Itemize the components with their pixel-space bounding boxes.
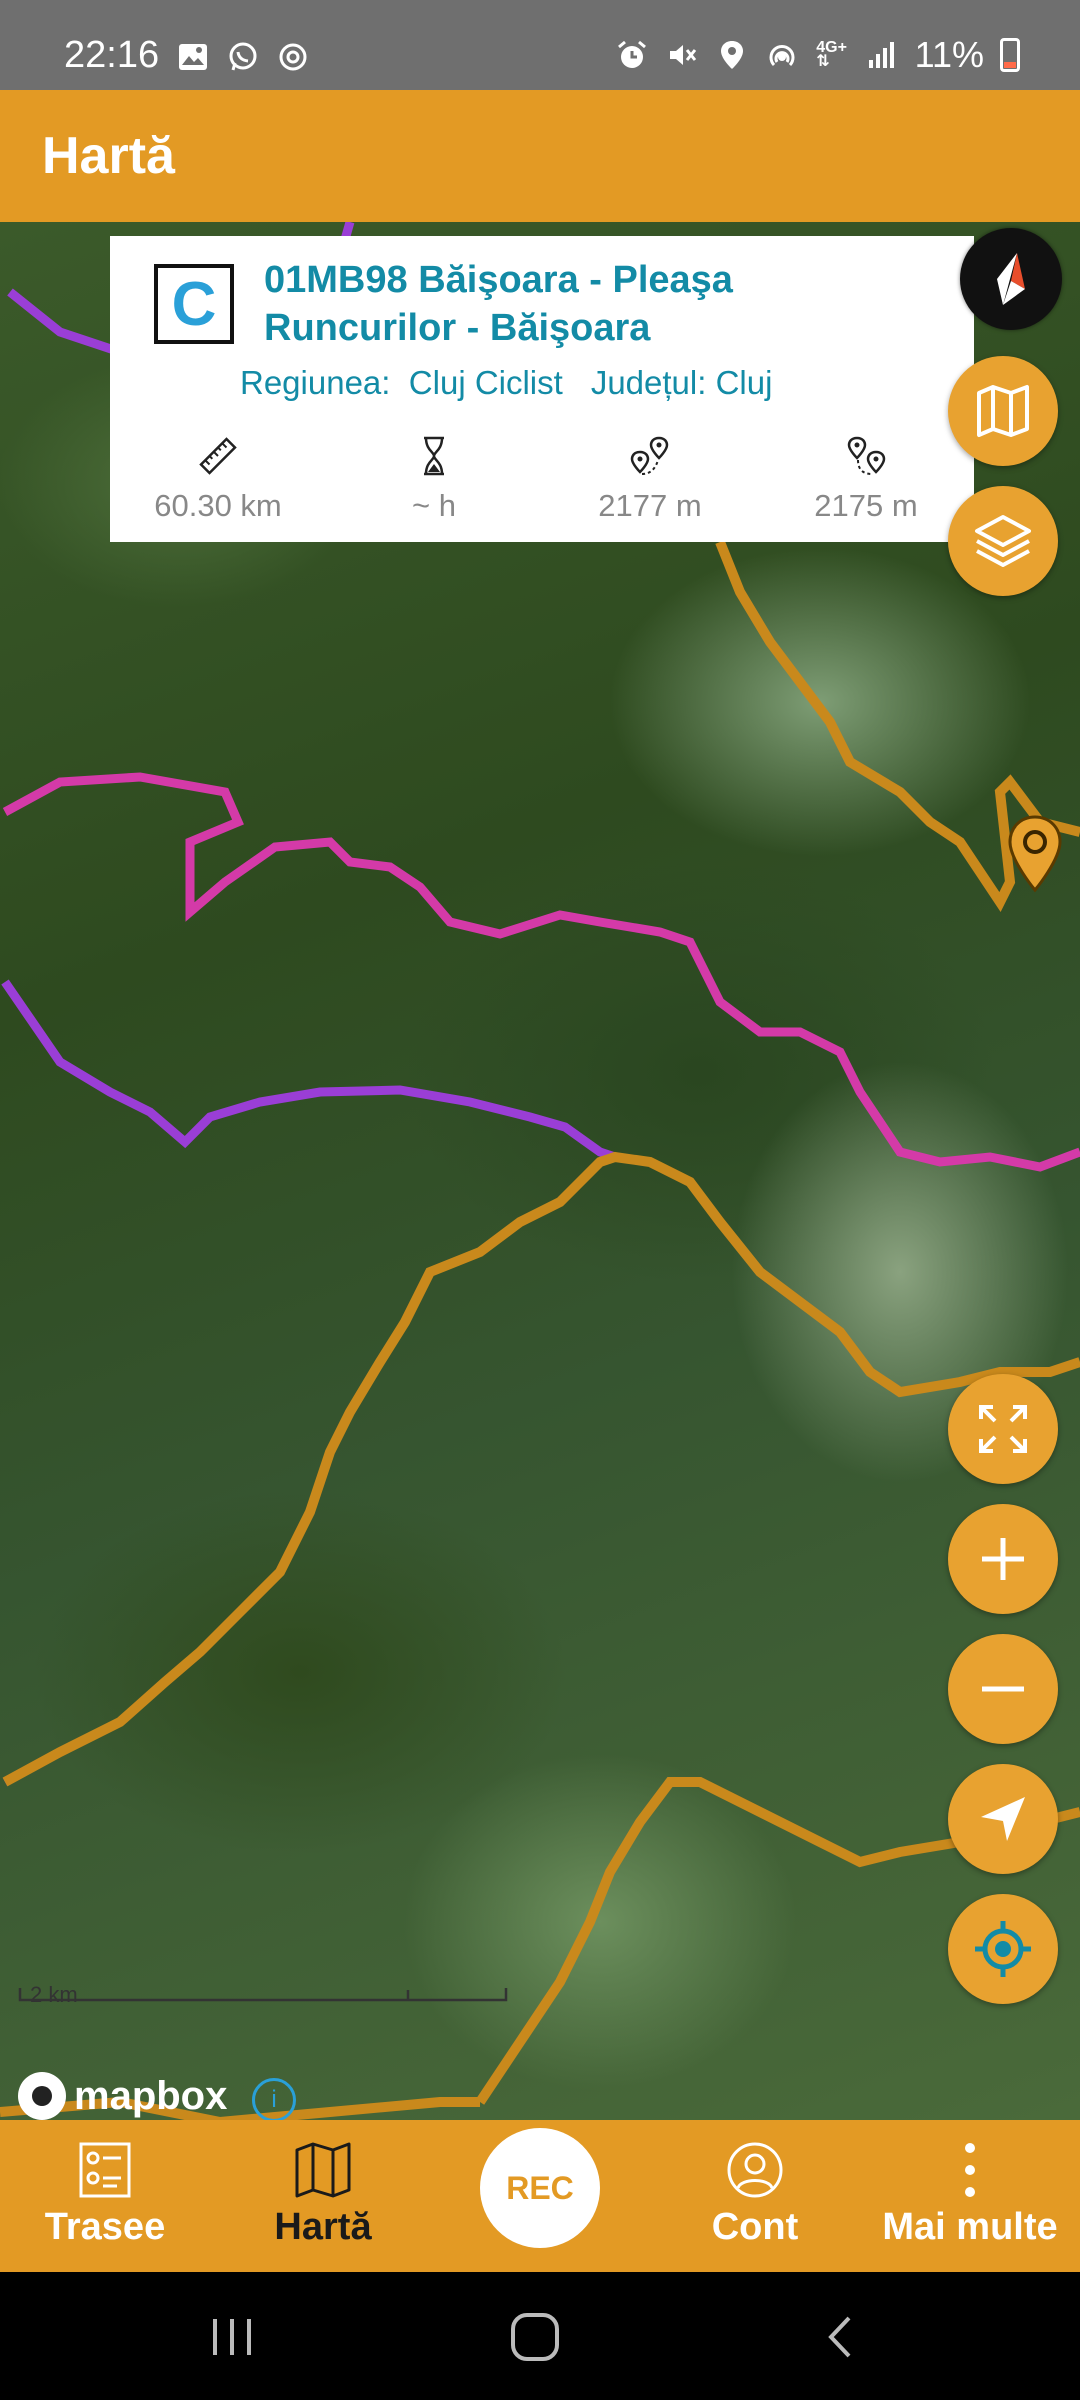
region-info: Regiunea: Cluj Ciclist [240, 364, 563, 401]
route-title-line1: 01MB98 Băişoara - Pleaşa [264, 259, 733, 301]
route-line-selected [2, 1151, 1080, 1787]
route-info-card[interactable]: C 01MB98 Băişoara - Pleaşa Runcurilor - … [110, 236, 974, 542]
zoom-out-icon [982, 1686, 1024, 1692]
alarm-icon [615, 38, 649, 72]
zoom-in-button[interactable] [948, 1504, 1058, 1614]
image-icon [176, 40, 210, 74]
network-4g-icon: 4G+ ⇅ [816, 39, 847, 70]
zoom-in-icon [982, 1538, 1024, 1580]
my-location-icon [975, 1921, 1031, 1977]
fullscreen-button[interactable] [948, 1374, 1058, 1484]
stat-distance: 60.30 km [110, 434, 326, 524]
back-button[interactable] [810, 2312, 870, 2362]
navigate-icon [981, 1797, 1025, 1841]
stat-descent: 2175 m [758, 434, 974, 524]
route-line-purple-2 [1, 979, 630, 1786]
rec-button[interactable]: REC [480, 2128, 600, 2248]
whatsapp-icon [226, 40, 260, 74]
map-marker-icon[interactable] [1006, 814, 1064, 894]
recent-apps-button[interactable] [202, 2312, 262, 2362]
sync-icon [276, 40, 310, 74]
route-list-icon [79, 2142, 131, 2198]
home-button[interactable] [505, 2312, 565, 2362]
page-title: Hartă [42, 127, 175, 185]
route-title: 01MB98 Băişoara - Pleaşa Runcurilor - Bă… [264, 256, 824, 352]
ruler-icon [199, 437, 237, 475]
stat-ascent: 2177 m [542, 434, 758, 524]
nav-cont[interactable]: Cont [680, 2140, 830, 2249]
status-time: 22:16 [64, 34, 160, 76]
location-icon [715, 38, 749, 72]
nav-trasee[interactable]: Trasee [30, 2140, 180, 2249]
route-stats: 60.30 km ~ h 2177 m 2175 m [110, 434, 974, 524]
battery-percent: 11% [914, 34, 984, 75]
route-title-line2: Runcurilor - Băişoara [264, 307, 651, 349]
zoom-out-button[interactable] [948, 1634, 1058, 1744]
system-nav-bar [0, 2272, 1080, 2400]
status-bar: 22:16 4G+ ⇅ 11% [0, 0, 1080, 90]
map-nav-icon [295, 2142, 351, 2198]
back-icon [828, 2316, 851, 2358]
compass-icon [997, 253, 1025, 305]
battery-icon [1000, 38, 1020, 72]
recent-apps-icon [213, 2319, 251, 2355]
signal-icon [865, 38, 899, 72]
nav-mai-multe[interactable]: Mai multe [870, 2140, 1070, 2249]
mute-icon [665, 38, 699, 72]
hourglass-icon [424, 436, 444, 476]
route-category-badge: C [154, 264, 234, 344]
app-header: Hartă [0, 90, 1080, 222]
fullscreen-icon [979, 1405, 1027, 1453]
layers-icon [975, 515, 1031, 567]
more-vertical-icon [965, 2143, 975, 2197]
route-line-magenta [2, 772, 1080, 1172]
elevation-down-icon [847, 436, 886, 475]
map-scale-bar [18, 1988, 508, 2002]
compass-button[interactable] [960, 228, 1062, 330]
layers-button[interactable] [948, 486, 1058, 596]
home-icon [511, 2313, 559, 2361]
attribution-info-icon[interactable]: i [252, 2078, 296, 2122]
route-meta: Regiunea: Cluj Ciclist Județul: Cluj [240, 364, 772, 402]
nav-harta[interactable]: Hartă [248, 2140, 398, 2249]
elevation-up-icon [630, 436, 669, 475]
mapbox-logo-icon [18, 2072, 66, 2120]
map-icon [977, 385, 1029, 437]
mapbox-attribution[interactable]: mapbox [18, 2072, 227, 2120]
my-location-button[interactable] [948, 1894, 1058, 2004]
county-info: Județul: Cluj [590, 364, 773, 401]
map-list-button[interactable] [948, 356, 1058, 466]
navigate-button[interactable] [948, 1764, 1058, 1874]
hotspot-icon [765, 38, 799, 72]
stat-duration: ~ h [326, 434, 542, 524]
account-icon [727, 2142, 783, 2198]
